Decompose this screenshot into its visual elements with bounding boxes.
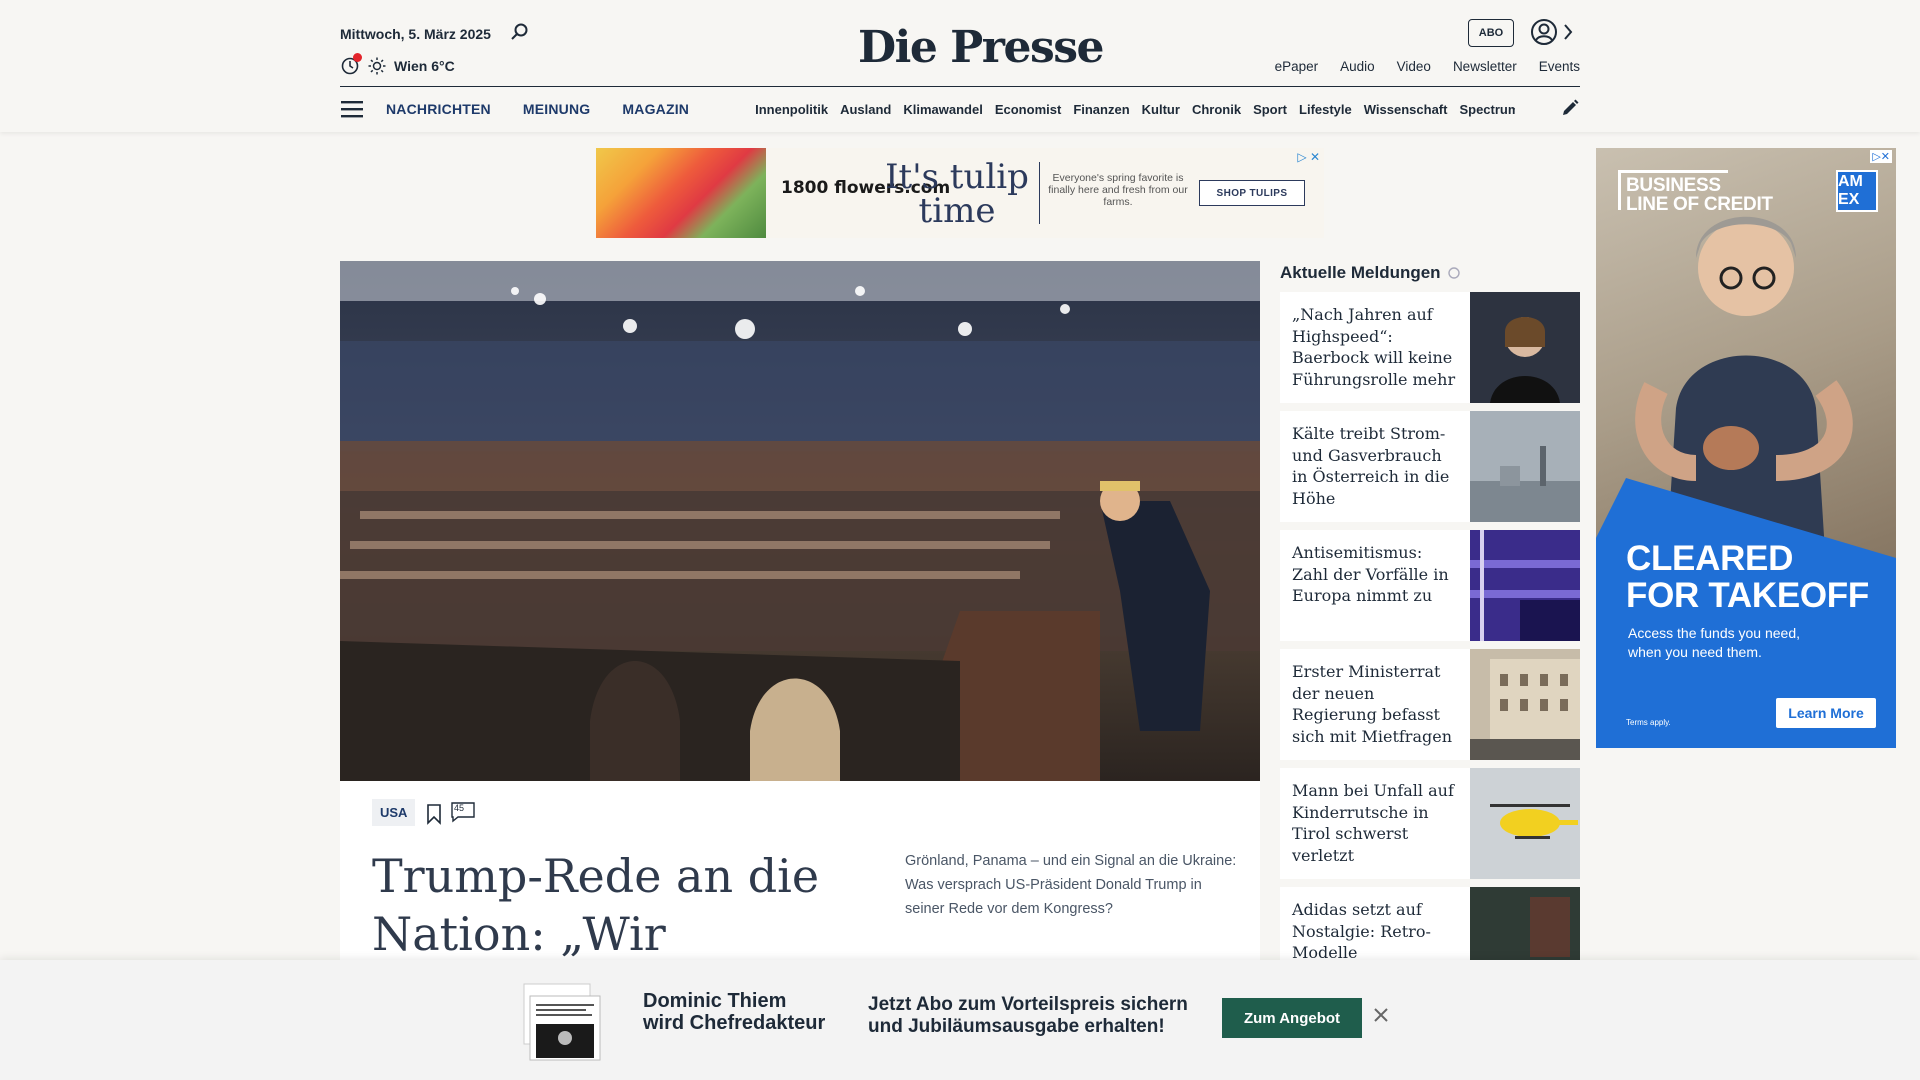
search-icon[interactable] bbox=[510, 22, 530, 42]
nav-sport[interactable]: Sport bbox=[1253, 102, 1287, 117]
news-thumbnail bbox=[1470, 768, 1580, 879]
ad-terms[interactable]: Terms apply. bbox=[1626, 718, 1671, 727]
zum-angebot-button[interactable]: Zum Angebot bbox=[1222, 998, 1362, 1038]
nav-innenpolitik[interactable]: Innenpolitik bbox=[755, 102, 828, 117]
pencil-icon[interactable] bbox=[1560, 98, 1580, 118]
ad-product-line-2: LINE OF CREDIT bbox=[1626, 194, 1773, 215]
ad-shop-button[interactable]: SHOP TULIPS bbox=[1199, 180, 1305, 206]
congress-chamber-photo bbox=[340, 261, 1260, 781]
ad-banner-right[interactable]: BUSINESS LINE OF CREDIT AM EX CLEARED FO… bbox=[1596, 148, 1896, 748]
ad-headline-line-1: CLEARED bbox=[1626, 539, 1794, 578]
link-epaper[interactable]: ePaper bbox=[1275, 59, 1319, 74]
news-item-title: Erster Ministerrat der neuen Regierung b… bbox=[1292, 662, 1453, 746]
ad-tagline-line-2: time bbox=[918, 191, 996, 231]
ad-divider bbox=[1039, 162, 1040, 224]
promo-offer: Jetzt Abo zum Vorteilspreis sichern und … bbox=[868, 994, 1188, 1038]
promo-headline-line-1: Dominic Thiem bbox=[643, 990, 787, 1012]
promo-offer-line-2: und Jubiläumsausgabe erhalten! bbox=[868, 1016, 1165, 1037]
menu-icon[interactable] bbox=[340, 99, 364, 119]
news-item-title: Mann bei Unfall auf Kinderrutsche in Tir… bbox=[1292, 781, 1454, 865]
news-thumbnail bbox=[1470, 530, 1580, 641]
news-section-label: Aktuelle Meldungen bbox=[1280, 263, 1441, 282]
link-audio[interactable]: Audio bbox=[1340, 59, 1375, 74]
top-links: ePaper Audio Video Newsletter Events bbox=[1275, 59, 1580, 74]
ad-tagline: It's tulip time bbox=[882, 160, 1032, 228]
newspaper-thumbnail bbox=[523, 983, 601, 1061]
nav-spectrum[interactable]: Spectrum bbox=[1459, 102, 1515, 117]
weather-text: Wien 6°C bbox=[394, 58, 455, 74]
news-item[interactable]: Erster Ministerrat der neuen Regierung b… bbox=[1280, 649, 1580, 760]
ad-learn-more-button[interactable]: Learn More bbox=[1776, 698, 1876, 728]
article-tag[interactable]: USA bbox=[372, 799, 416, 826]
nav-kultur[interactable]: Kultur bbox=[1142, 102, 1180, 117]
current-date: Mittwoch, 5. März 2025 bbox=[340, 26, 491, 42]
ad-close-icon[interactable]: ▷ ✕ bbox=[1297, 150, 1320, 164]
nav-meinung[interactable]: MEINUNG bbox=[523, 101, 591, 117]
news-section-title: Aktuelle Meldungen bbox=[1280, 263, 1461, 283]
news-list: „Nach Jahren auf Highspeed“: Baerbock wi… bbox=[1280, 292, 1580, 1006]
ad-subtext: Access the funds you need, when you need… bbox=[1628, 625, 1800, 660]
promo-headline: Dominic Thiem wird Chefredakteur bbox=[643, 990, 825, 1034]
ad-tagline-line-1: It's tulip bbox=[885, 157, 1029, 197]
news-item[interactable]: Antisemitismus: Zahl der Vorfälle in Eur… bbox=[1280, 530, 1580, 641]
news-item-title: Kälte treibt Strom- und Gasverbrauch in … bbox=[1292, 424, 1450, 508]
link-video[interactable]: Video bbox=[1397, 59, 1431, 74]
news-item[interactable]: „Nach Jahren auf Highspeed“: Baerbock wi… bbox=[1280, 292, 1580, 403]
nav-klimawandel[interactable]: Klimawandel bbox=[903, 102, 982, 117]
main-navigation: NACHRICHTEN MEINUNG MAGAZIN Innenpolitik… bbox=[340, 88, 1580, 130]
news-thumbnail bbox=[1470, 649, 1580, 760]
ad-headline-line-2: FOR TAKEOFF bbox=[1626, 576, 1869, 615]
nav-chronik[interactable]: Chronik bbox=[1192, 102, 1241, 117]
ad-tulip-image bbox=[596, 148, 766, 238]
link-events[interactable]: Events bbox=[1539, 59, 1580, 74]
ad-banner-top[interactable]: 1800 flowers.com It's tulip time Everyon… bbox=[596, 148, 1324, 238]
live-icon bbox=[1447, 267, 1460, 279]
article-teaser: Grönland, Panama – und ein Signal an die… bbox=[905, 853, 1237, 917]
notification-dot bbox=[353, 53, 362, 62]
news-thumbnail bbox=[1470, 292, 1580, 403]
weather-widget: Wien 6°C bbox=[340, 53, 455, 76]
news-item-title: „Nach Jahren auf Highspeed“: Baerbock wi… bbox=[1292, 305, 1456, 389]
nav-finanzen[interactable]: Finanzen bbox=[1073, 102, 1129, 117]
nav-lifestyle[interactable]: Lifestyle bbox=[1299, 102, 1352, 117]
sun-icon bbox=[368, 57, 386, 75]
chevron-right-icon[interactable] bbox=[1562, 22, 1574, 42]
nav-wissenschaft[interactable]: Wissenschaft bbox=[1364, 102, 1448, 117]
notification-icon[interactable] bbox=[340, 53, 362, 76]
bookmark-icon[interactable] bbox=[426, 803, 442, 825]
nav-magazin[interactable]: MAGAZIN bbox=[622, 101, 689, 117]
news-item-title: Antisemitismus: Zahl der Vorfälle in Eur… bbox=[1292, 543, 1449, 605]
user-account-icon[interactable] bbox=[1530, 18, 1558, 46]
link-newsletter[interactable]: Newsletter bbox=[1453, 59, 1517, 74]
site-header: Mittwoch, 5. März 2025 Wien 6°C Die Pres… bbox=[0, 0, 1920, 132]
ad-product: BUSINESS LINE OF CREDIT bbox=[1626, 176, 1773, 214]
secondary-sections: Innenpolitik Ausland Klimawandel Economi… bbox=[755, 102, 1515, 117]
promo-offer-line-1: Jetzt Abo zum Vorteilspreis sichern bbox=[868, 994, 1188, 1015]
ad-close-icon[interactable]: ▷✕ bbox=[1870, 150, 1892, 163]
nav-nachrichten[interactable]: NACHRICHTEN bbox=[386, 101, 491, 117]
abo-button[interactable]: ABO bbox=[1468, 19, 1514, 47]
lead-article[interactable]: USA 45 Trump-Rede an die Nation: „Wir st… bbox=[340, 781, 1260, 1019]
ad-headline: CLEARED FOR TAKEOFF bbox=[1626, 540, 1869, 614]
promo-headline-line-2: wird Chefredakteur bbox=[643, 1012, 826, 1034]
comment-count: 45 bbox=[454, 803, 465, 813]
nav-ausland[interactable]: Ausland bbox=[840, 102, 891, 117]
close-icon[interactable] bbox=[1372, 1006, 1390, 1024]
news-thumbnail bbox=[1470, 411, 1580, 522]
subscription-promo-bar: Dominic Thiem wird Chefredakteur Jetzt A… bbox=[0, 960, 1920, 1080]
nav-economist[interactable]: Economist bbox=[995, 102, 1061, 117]
header-divider bbox=[340, 86, 1580, 87]
site-logo[interactable]: Die Presse bbox=[858, 22, 1104, 73]
ad-product-line-1: BUSINESS bbox=[1626, 175, 1721, 196]
primary-sections: NACHRICHTEN MEINUNG MAGAZIN bbox=[386, 101, 689, 117]
news-item[interactable]: Mann bei Unfall auf Kinderrutsche in Tir… bbox=[1280, 768, 1580, 879]
hero-image[interactable] bbox=[340, 261, 1260, 781]
ad-copy: Everyone's spring favorite is finally he… bbox=[1048, 172, 1188, 208]
amex-logo: AM EX bbox=[1836, 170, 1878, 212]
news-item[interactable]: Kälte treibt Strom- und Gasverbrauch in … bbox=[1280, 411, 1580, 522]
